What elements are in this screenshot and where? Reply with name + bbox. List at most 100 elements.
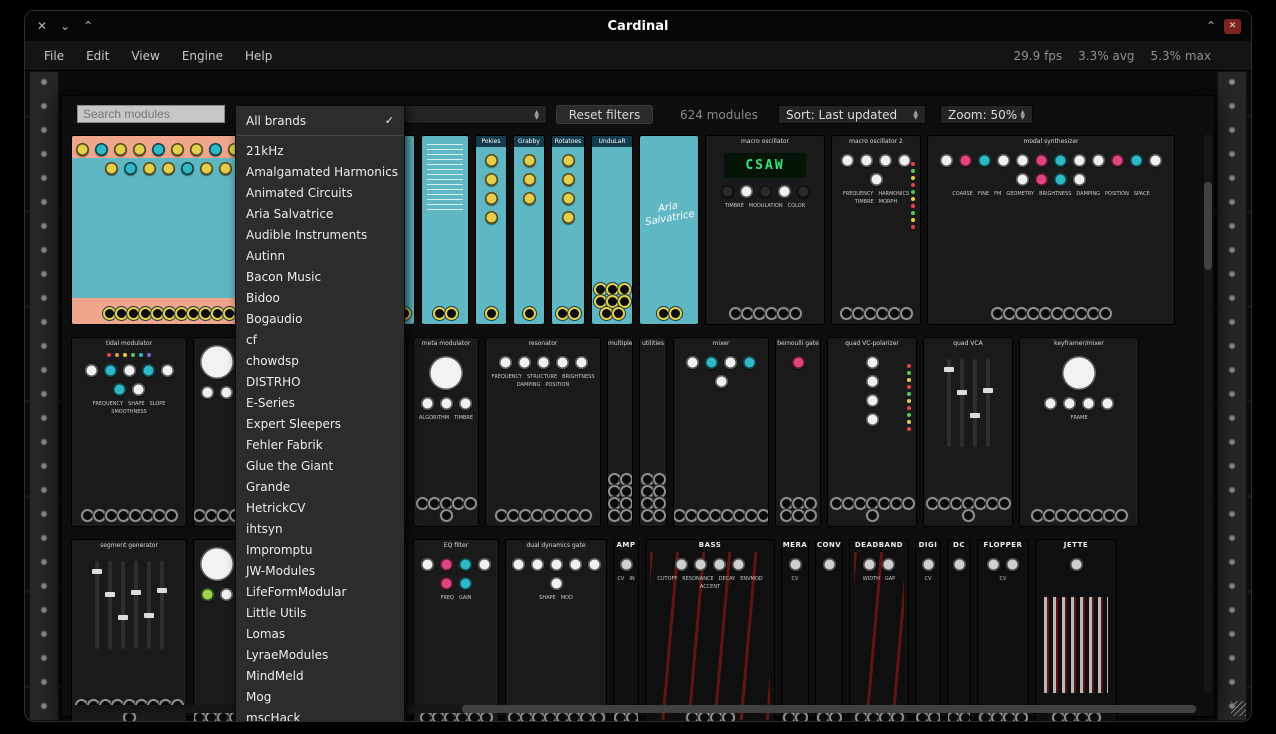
- knob[interactable]: [76, 143, 89, 156]
- jack-port[interactable]: [610, 487, 619, 496]
- knob[interactable]: [620, 558, 633, 571]
- jack-port[interactable]: [143, 511, 152, 520]
- jack-port[interactable]: [1041, 309, 1050, 318]
- brand-menu-item[interactable]: Glue the Giant: [236, 455, 404, 476]
- jack-port[interactable]: [1093, 511, 1102, 520]
- jack-port[interactable]: [213, 309, 222, 318]
- jack-port[interactable]: [107, 511, 116, 520]
- jack-port[interactable]: [643, 487, 652, 496]
- jack-port[interactable]: [509, 511, 518, 520]
- jack-port[interactable]: [794, 499, 803, 508]
- chevron-up-icon[interactable]: ⌃: [83, 19, 93, 33]
- module-tile-macro-oscillator-2[interactable]: macro oscillator 2FREQUENCYHARMONICSTIMB…: [832, 136, 920, 324]
- jack-port[interactable]: [558, 309, 567, 318]
- jack-port[interactable]: [868, 499, 877, 508]
- jack-port[interactable]: [878, 309, 887, 318]
- menubar-item-file[interactable]: File: [33, 41, 75, 70]
- reset-filters-button[interactable]: Reset filters: [556, 105, 653, 124]
- jack-port[interactable]: [1029, 309, 1038, 318]
- knob[interactable]: [978, 154, 991, 167]
- knob[interactable]: [713, 558, 726, 571]
- slider[interactable]: [986, 359, 990, 447]
- big-knob[interactable]: [200, 345, 234, 379]
- knob[interactable]: [1130, 154, 1143, 167]
- jack-port[interactable]: [699, 511, 708, 520]
- slider[interactable]: [160, 561, 164, 649]
- jack-port[interactable]: [952, 499, 961, 508]
- jack-port[interactable]: [105, 309, 114, 318]
- knob[interactable]: [556, 356, 569, 369]
- jack-port[interactable]: [570, 713, 579, 722]
- knob[interactable]: [133, 143, 146, 156]
- knob[interactable]: [940, 154, 953, 167]
- jack-port[interactable]: [608, 297, 617, 306]
- jack-port[interactable]: [596, 285, 605, 294]
- knob[interactable]: [124, 162, 137, 175]
- knob[interactable]: [1111, 154, 1124, 167]
- brand-menu-item[interactable]: Mog: [236, 686, 404, 707]
- jack-port[interactable]: [724, 713, 733, 722]
- jack-port[interactable]: [655, 475, 664, 484]
- slider[interactable]: [147, 561, 151, 649]
- knob[interactable]: [1063, 397, 1076, 410]
- knob[interactable]: [499, 356, 512, 369]
- knob[interactable]: [1101, 397, 1114, 410]
- brand-menu-item[interactable]: LyraeModules: [236, 644, 404, 665]
- jack-port[interactable]: [1057, 511, 1066, 520]
- big-knob[interactable]: [429, 356, 463, 390]
- jack-port[interactable]: [806, 499, 815, 508]
- menubar-item-help[interactable]: Help: [234, 41, 283, 70]
- jack-port[interactable]: [988, 499, 997, 508]
- jack-port[interactable]: [466, 499, 475, 508]
- slider-thumb[interactable]: [983, 388, 993, 393]
- module-tile-rotatoes[interactable]: Rotatoes: [552, 136, 584, 324]
- knob[interactable]: [1092, 154, 1105, 167]
- brand-menu-item[interactable]: Lomas: [236, 623, 404, 644]
- knob[interactable]: [421, 558, 434, 571]
- jack-port[interactable]: [177, 309, 186, 318]
- slider[interactable]: [960, 359, 964, 447]
- jack-port[interactable]: [1017, 309, 1026, 318]
- search-input[interactable]: [77, 105, 225, 123]
- jack-port[interactable]: [219, 713, 228, 722]
- jack-port[interactable]: [767, 309, 776, 318]
- jack-port[interactable]: [712, 713, 721, 722]
- brand-menu-item[interactable]: Amalgamated Harmonics: [236, 161, 404, 182]
- jack-port[interactable]: [602, 309, 611, 318]
- slider[interactable]: [134, 561, 138, 649]
- jack-port[interactable]: [643, 499, 652, 508]
- jack-port[interactable]: [521, 511, 530, 520]
- brand-menu-item[interactable]: JW-Modules: [236, 560, 404, 581]
- jack-port[interactable]: [610, 511, 619, 520]
- brand-menu-item[interactable]: DISTRHO: [236, 371, 404, 392]
- close-window-icon[interactable]: ✕: [37, 19, 47, 33]
- knob[interactable]: [190, 143, 203, 156]
- knob[interactable]: [1044, 397, 1057, 410]
- knob[interactable]: [161, 364, 174, 377]
- jack-port[interactable]: [470, 713, 479, 722]
- knob[interactable]: [485, 154, 498, 167]
- module-tile-amp[interactable]: AMPCVIN: [614, 540, 638, 722]
- jack-port[interactable]: [880, 499, 889, 508]
- jack-port[interactable]: [976, 499, 985, 508]
- brand-menu-item[interactable]: E-Series: [236, 392, 404, 413]
- knob[interactable]: [562, 211, 575, 224]
- jack-port[interactable]: [446, 713, 455, 722]
- jack-port[interactable]: [688, 713, 697, 722]
- knob[interactable]: [959, 154, 972, 167]
- knob[interactable]: [220, 588, 233, 601]
- jack-port[interactable]: [700, 713, 709, 722]
- knob[interactable]: [200, 162, 213, 175]
- jack-port[interactable]: [195, 511, 204, 520]
- brand-menu-item[interactable]: Grande: [236, 476, 404, 497]
- knob[interactable]: [860, 154, 873, 167]
- jack-port[interactable]: [844, 499, 853, 508]
- brand-menu-item[interactable]: Audible Instruments: [236, 224, 404, 245]
- jack-port[interactable]: [779, 309, 788, 318]
- knob[interactable]: [732, 558, 745, 571]
- jack-port[interactable]: [614, 309, 623, 318]
- knob[interactable]: [219, 162, 232, 175]
- jack-port[interactable]: [620, 285, 629, 294]
- jack-port[interactable]: [525, 309, 534, 318]
- module-tile-utilities[interactable]: utilities: [640, 338, 666, 526]
